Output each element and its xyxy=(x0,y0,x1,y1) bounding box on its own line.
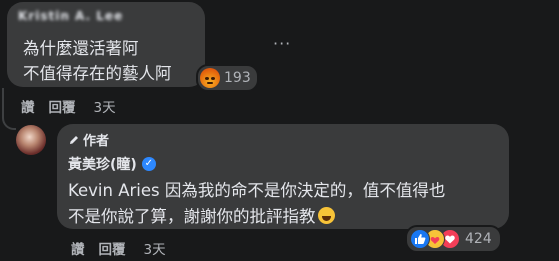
comment-text-line: 不值得存在的藝人阿 xyxy=(23,64,172,83)
reply-thread-connector xyxy=(2,88,16,130)
comment-actions: 讚 回覆 3天 xyxy=(21,96,116,116)
reply-text-line: Kevin Aries 因為我的命不是你決定的，值不值得也 xyxy=(68,181,446,200)
comment-timestamp[interactable]: 3天 xyxy=(94,96,116,116)
comment-text-line: 為什麼還活著阿 xyxy=(23,39,139,58)
reaction-count: 193 xyxy=(224,70,251,86)
reply-bubble: 作者 黃美珍(瞳) ✓ Kevin Aries 因為我的命不是你決定的，值不值得… xyxy=(57,124,509,229)
like-button[interactable]: 讚 xyxy=(21,96,35,116)
reaction-summary[interactable]: 193 xyxy=(196,64,259,92)
comment-bubble: Kristin A. Lee 為什麼還活著阿 不值得存在的藝人阿 xyxy=(7,2,205,87)
author-badge-label: 作者 xyxy=(83,134,110,149)
pencil-icon xyxy=(70,135,78,144)
comment-author-name[interactable]: Kristin A. Lee xyxy=(18,9,138,23)
verified-badge-icon: ✓ xyxy=(141,157,156,171)
reply-actions: 讚 回覆 3天 xyxy=(71,238,166,258)
laughing-crying-emoji xyxy=(317,207,335,224)
author-badge: 作者 xyxy=(68,130,109,149)
avatar[interactable] xyxy=(16,125,46,155)
reaction-summary[interactable]: 424 xyxy=(405,225,502,253)
more-options-button[interactable]: ··· xyxy=(273,34,291,53)
reaction-count: 424 xyxy=(465,231,492,247)
like-icon xyxy=(410,229,430,249)
reply-author: 黃美珍(瞳) ✓ xyxy=(68,154,156,174)
reply-text-line: 不是你說了算，謝謝你的批評指教 xyxy=(68,203,335,227)
reply-author-name[interactable]: 黃美珍(瞳) xyxy=(68,154,137,174)
like-button[interactable]: 讚 xyxy=(71,238,85,258)
reply-button[interactable]: 回覆 xyxy=(49,96,76,116)
reply-timestamp[interactable]: 3天 xyxy=(144,238,166,258)
angry-reaction-icon xyxy=(200,68,220,88)
reply-button[interactable]: 回覆 xyxy=(99,238,126,258)
reply-text-span: 不是你說了算，謝謝你的批評指教 xyxy=(68,207,316,226)
